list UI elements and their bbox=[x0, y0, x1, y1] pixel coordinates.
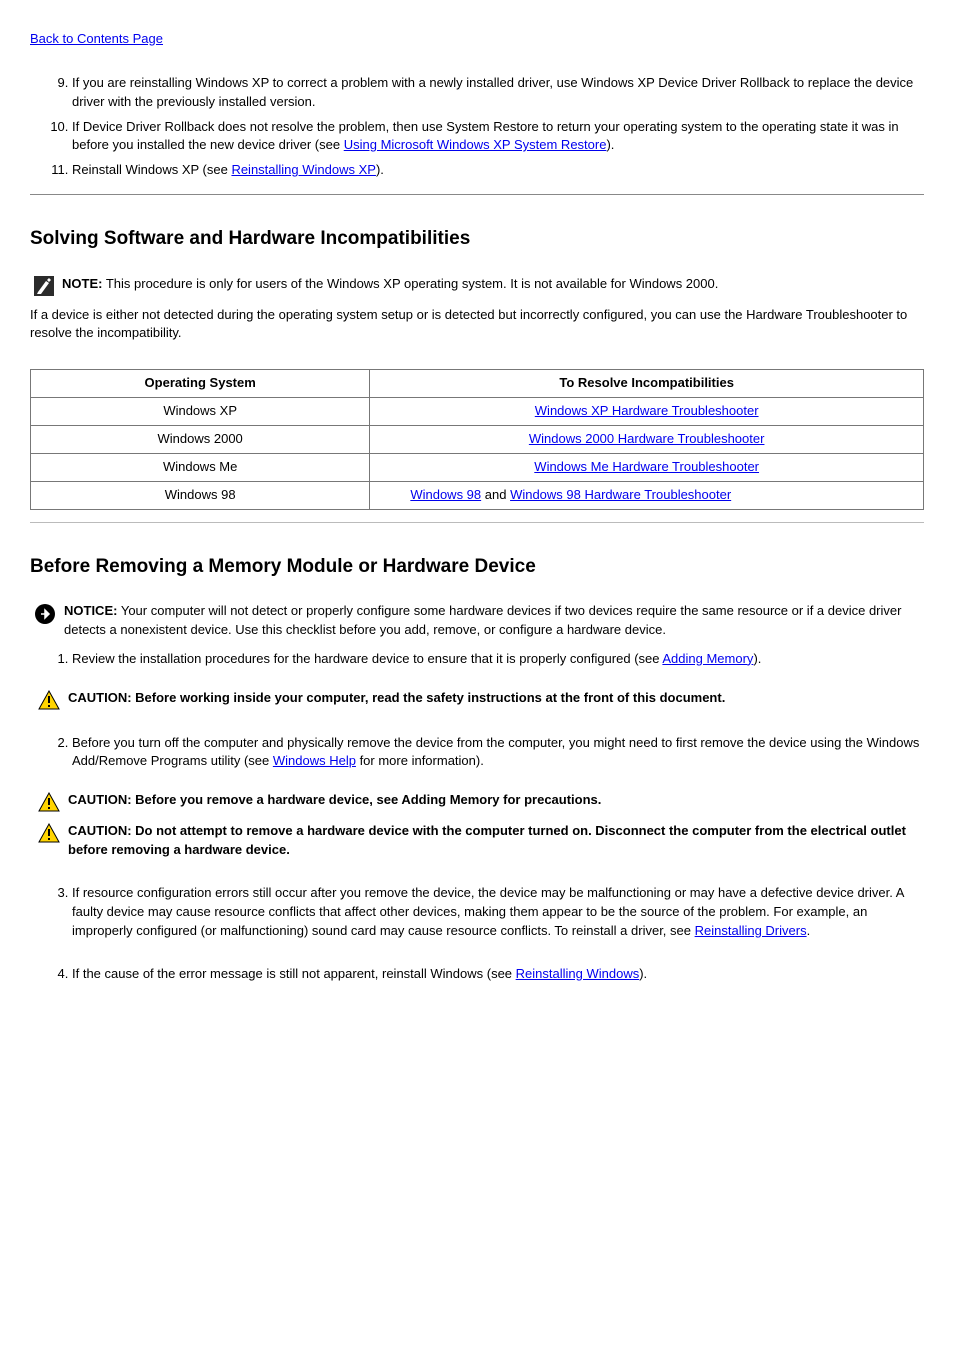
step2-pre: Before you turn off the computer and phy… bbox=[72, 735, 919, 769]
col-header-resolve: To Resolve Incompatibilities bbox=[370, 370, 924, 398]
reinstalling-windows-link[interactable]: Reinstalling Windows bbox=[516, 966, 640, 981]
numbered-list-top: If you are reinstalling Windows XP to co… bbox=[30, 74, 924, 180]
table-row: Windows XP Windows XP Hardware Troublesh… bbox=[31, 398, 924, 426]
notice-callout: NOTICE: Your computer will not detect or… bbox=[30, 602, 924, 640]
remove-step-1: Review the installation procedures for t… bbox=[72, 650, 924, 710]
step4-pre: If the cause of the error message is sti… bbox=[72, 966, 516, 981]
note-callout: NOTE: This procedure is only for users o… bbox=[30, 275, 924, 296]
divider bbox=[30, 194, 924, 195]
table-row: Windows 2000 Windows 2000 Hardware Troub… bbox=[31, 425, 924, 453]
w98-link[interactable]: Windows 98 bbox=[410, 487, 481, 502]
w98-sep: and bbox=[481, 487, 510, 502]
table-header-row: Operating System To Resolve Incompatibil… bbox=[31, 370, 924, 398]
caution-icon bbox=[38, 792, 60, 812]
remove-step-3: If resource configuration errors still o… bbox=[72, 884, 924, 941]
cell-os-98: Windows 98 bbox=[31, 481, 370, 509]
step2-post: for more information). bbox=[356, 753, 484, 768]
xp-troubleshooter-link[interactable]: Windows XP Hardware Troubleshooter bbox=[535, 403, 759, 418]
w98-troubleshooter-link[interactable]: Windows 98 Hardware Troubleshooter bbox=[510, 487, 731, 502]
cell-os-me: Windows Me bbox=[31, 453, 370, 481]
remove-step-4: If the cause of the error message is sti… bbox=[72, 965, 924, 984]
step-10: If Device Driver Rollback does not resol… bbox=[72, 118, 924, 156]
note-text: NOTE: This procedure is only for users o… bbox=[62, 275, 924, 294]
table-row: Windows Me Windows Me Hardware Troublesh… bbox=[31, 453, 924, 481]
caution-2b-text: CAUTION: Do not attempt to remove a hard… bbox=[68, 822, 924, 860]
caution-callout-1: CAUTION: Before working inside your comp… bbox=[34, 689, 924, 710]
step1-pre: Review the installation procedures for t… bbox=[72, 651, 662, 666]
reinstall-xp-link[interactable]: Reinstalling Windows XP bbox=[231, 162, 376, 177]
incompat-para: If a device is either not detected durin… bbox=[30, 306, 924, 344]
back-to-contents-link[interactable]: Back to Contents Page bbox=[30, 31, 163, 46]
os-table: Operating System To Resolve Incompatibil… bbox=[30, 369, 924, 509]
note-icon bbox=[34, 276, 54, 296]
caution-1-text: CAUTION: Before working inside your comp… bbox=[68, 689, 924, 708]
step-11-suffix: ). bbox=[376, 162, 384, 177]
reinstalling-drivers-link[interactable]: Reinstalling Drivers bbox=[695, 923, 807, 938]
notice-icon bbox=[34, 603, 56, 625]
caution-icon bbox=[38, 823, 60, 843]
table-row: Windows 98 Windows 98 and Windows 98 Har… bbox=[31, 481, 924, 509]
w2000-troubleshooter-link[interactable]: Windows 2000 Hardware Troubleshooter bbox=[529, 431, 765, 446]
heading-incompatibilities: Solving Software and Hardware Incompatib… bbox=[30, 225, 924, 253]
caution-callout-2: CAUTION: Before you remove a hardware de… bbox=[34, 791, 924, 812]
cell-os-2000: Windows 2000 bbox=[31, 425, 370, 453]
step-11-text: Reinstall Windows XP (see bbox=[72, 162, 231, 177]
light-divider bbox=[30, 522, 924, 523]
notice-text: NOTICE: Your computer will not detect or… bbox=[64, 602, 924, 640]
heading-before-removing: Before Removing a Memory Module or Hardw… bbox=[30, 553, 924, 581]
step-9-text: If you are reinstalling Windows XP to co… bbox=[72, 75, 913, 109]
step-11: Reinstall Windows XP (see Reinstalling W… bbox=[72, 161, 924, 180]
cell-os-xp: Windows XP bbox=[31, 398, 370, 426]
step3-post: . bbox=[807, 923, 811, 938]
wme-troubleshooter-link[interactable]: Windows Me Hardware Troubleshooter bbox=[534, 459, 759, 474]
caution-2a-text: CAUTION: Before you remove a hardware de… bbox=[68, 791, 924, 810]
step-9: If you are reinstalling Windows XP to co… bbox=[72, 74, 924, 112]
step4-post: ). bbox=[639, 966, 647, 981]
cell-98-links: Windows 98 and Windows 98 Hardware Troub… bbox=[370, 481, 924, 509]
remove-step-2: Before you turn off the computer and phy… bbox=[72, 734, 924, 860]
remove-steps-list: Review the installation procedures for t… bbox=[30, 650, 924, 984]
caution-callout-3: CAUTION: Do not attempt to remove a hard… bbox=[34, 822, 924, 860]
caution-icon bbox=[38, 690, 60, 710]
adding-memory-link[interactable]: Adding Memory bbox=[662, 651, 753, 666]
system-restore-link[interactable]: Using Microsoft Windows XP System Restor… bbox=[344, 137, 607, 152]
step-10-suffix: ). bbox=[606, 137, 614, 152]
step1-post: ). bbox=[753, 651, 761, 666]
windows-help-link[interactable]: Windows Help bbox=[273, 753, 356, 768]
col-header-os: Operating System bbox=[31, 370, 370, 398]
